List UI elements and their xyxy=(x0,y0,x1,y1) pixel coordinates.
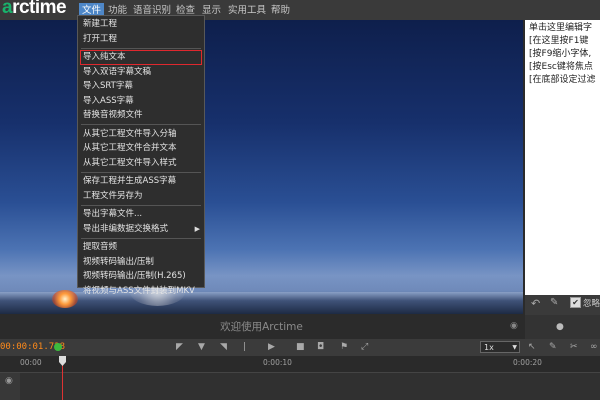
cursor-icon[interactable]: ↖ xyxy=(528,340,536,355)
editor-line: [在底部设定过滤 xyxy=(529,75,596,85)
menu-item-import-timing[interactable]: 从其它工程文件导入分轴 xyxy=(78,127,204,142)
mark-out-icon[interactable]: ◥ xyxy=(220,340,227,355)
timeline-track[interactable] xyxy=(0,373,600,400)
timeline-ruler[interactable] xyxy=(0,356,600,373)
undo-icon[interactable]: ↶ xyxy=(531,297,540,310)
menu-item-import-ass[interactable]: 导入ASS字幕 xyxy=(78,94,204,109)
stop-icon[interactable]: ■ xyxy=(296,340,305,355)
menu-item-new-project[interactable]: 新建工程 xyxy=(78,17,204,32)
link-icon[interactable]: ∞ xyxy=(590,340,598,355)
comment-icon[interactable]: ● xyxy=(556,322,564,332)
edit-icon[interactable]: ✎ xyxy=(549,340,557,355)
pencil-icon[interactable]: ✎ xyxy=(550,297,558,308)
scissors-icon[interactable]: ✂ xyxy=(570,340,578,355)
ruler-label: 0:00:20 xyxy=(513,358,542,367)
snapshot-icon[interactable]: ◘ xyxy=(317,340,324,355)
menu-item-extract-audio[interactable]: 提取音频 xyxy=(78,240,204,255)
menu-item-import-style[interactable]: 从其它工程文件导入样式 xyxy=(78,156,204,171)
editor-line: [在这里按F1键 xyxy=(529,36,589,46)
playback-speed-select[interactable]: 1x ▼ xyxy=(480,341,520,353)
menu-separator xyxy=(81,47,201,49)
file-menu-dropdown: 新建工程 打开工程 导入纯文本 导入双语字幕文稿 导入SRT字幕 导入ASS字幕… xyxy=(77,15,205,296)
menu-item-save-generate-ass[interactable]: 保存工程并生成ASS字幕 xyxy=(78,174,204,189)
menu-help[interactable]: 帮助 xyxy=(268,3,293,18)
menu-item-import-bilingual[interactable]: 导入双语字幕文稿 xyxy=(78,65,204,80)
menu-item-import-plain-text[interactable]: 导入纯文本 xyxy=(80,50,202,65)
mark-in-icon[interactable]: ◤ xyxy=(176,340,183,355)
menu-item-save-as[interactable]: 工程文件另存为 xyxy=(78,189,204,204)
chevron-down-icon: ▼ xyxy=(512,344,517,351)
menu-utilities[interactable]: 实用工具 xyxy=(225,3,269,18)
ruler-label: 0:00:10 xyxy=(263,358,292,367)
menu-separator xyxy=(81,204,201,206)
menu-item-import-srt[interactable]: 导入SRT字幕 xyxy=(78,79,204,94)
preview-eye-icon[interactable]: ◉ xyxy=(510,321,518,331)
menu-item-mux-mkv[interactable]: 将视频与ASS文件封装到MKV xyxy=(78,284,204,299)
menu-item-transcode-h265[interactable]: 视频转码输出/压制(H.265) xyxy=(78,269,204,284)
marker-down-icon[interactable]: ▼ xyxy=(198,340,205,355)
menu-item-merge-text[interactable]: 从其它工程文件合并文本 xyxy=(78,141,204,156)
editor-line: 单击这里编辑字 xyxy=(529,23,593,33)
status-indicator xyxy=(54,343,62,351)
app-logo: arctime xyxy=(2,0,67,18)
menu-item-export-nle[interactable]: 导出非编数据交换格式 ▶ xyxy=(78,222,204,237)
expand-icon[interactable]: ⤢ xyxy=(361,340,368,355)
menu-item-export-nle-label: 导出非编数据交换格式 xyxy=(83,223,169,234)
editor-line: [按Esc键将焦点 xyxy=(529,62,593,72)
menu-item-export-subtitle[interactable]: 导出字幕文件... xyxy=(78,207,204,222)
menu-separator xyxy=(81,171,201,173)
subtitle-preview-text: 欢迎使用Arctime xyxy=(220,321,303,333)
video-rocket-flame xyxy=(52,290,78,308)
menu-item-replace-media[interactable]: 替换音视频文件 xyxy=(78,108,204,123)
ignore-checkbox-label: 忽略 xyxy=(583,299,600,309)
prev-frame-icon[interactable]: | xyxy=(243,340,246,355)
ignore-checkbox[interactable]: ✔ xyxy=(570,297,581,308)
menu-item-transcode[interactable]: 视频转码输出/压制 xyxy=(78,255,204,270)
menu-separator xyxy=(81,237,201,239)
submenu-arrow-icon: ▶ xyxy=(194,224,200,233)
menu-separator xyxy=(81,124,201,125)
bookmark-icon[interactable]: ⚑ xyxy=(340,340,348,355)
menu-item-open-project[interactable]: 打开工程 xyxy=(78,32,204,47)
editor-line: [按F9缩小字体, xyxy=(529,49,592,59)
play-icon[interactable]: ▶ xyxy=(268,340,275,355)
subtitle-text-editor[interactable]: 单击这里编辑字 [在这里按F1键 [按F9缩小字体, [按Esc键将焦点 [在底… xyxy=(525,20,600,295)
playback-speed-value: 1x xyxy=(484,343,494,352)
ruler-label: 00:00 xyxy=(20,358,42,367)
track-visibility-eye-icon[interactable]: ◉ xyxy=(5,376,13,386)
